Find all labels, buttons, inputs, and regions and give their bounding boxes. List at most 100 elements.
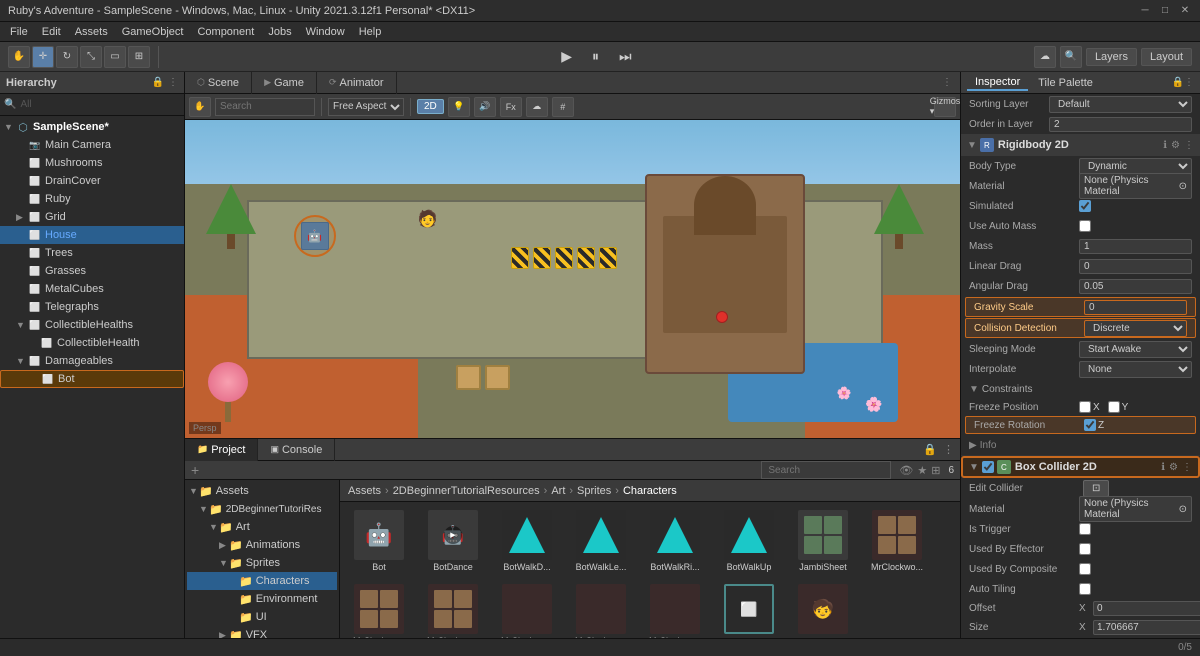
scene-aspect-dropdown[interactable]: Free Aspect <box>328 98 404 116</box>
sleeping-mode-dropdown[interactable]: Start Awake <box>1079 341 1192 358</box>
ptree-sprites[interactable]: ▼ 📁 Sprites <box>187 554 337 572</box>
eye-icon[interactable]: 👁 <box>899 464 913 477</box>
boxcollider-more-icon[interactable]: ⋮ <box>1182 462 1192 473</box>
is-trigger-checkbox[interactable] <box>1079 523 1091 535</box>
auto-tiling-checkbox[interactable] <box>1079 583 1091 595</box>
freeze-pos-y-checkbox[interactable] <box>1108 401 1120 413</box>
offset-x-input[interactable] <box>1093 601 1200 616</box>
rb-material-value[interactable]: None (Physics Material ⊙ <box>1079 173 1192 199</box>
hierarchy-content[interactable]: ▼ ⬡ SampleScene* 📷 Main Camera ⬜ Mushroo… <box>0 116 184 638</box>
boxcollider-info-icon[interactable]: ℹ <box>1161 462 1165 473</box>
asset-botwalkup[interactable]: BotWalkUp <box>714 506 784 576</box>
ptree-2d-resources[interactable]: ▼ 📁 2DBeginnerTutoriRes <box>187 500 337 518</box>
scene-light-tool[interactable]: 💡 <box>448 97 470 117</box>
rigidbody-settings-icon[interactable]: ⚙ <box>1171 140 1180 151</box>
maximize-button[interactable]: □ <box>1158 4 1172 18</box>
bottom-menu-icon[interactable]: ⋮ <box>943 443 954 456</box>
hierarchy-menu-icon[interactable]: ⋮ <box>168 77 178 88</box>
add-asset-button[interactable]: + <box>191 462 199 478</box>
cloud-button[interactable]: ☁ <box>1034 46 1056 68</box>
used-by-effector-checkbox[interactable] <box>1079 543 1091 555</box>
hierarchy-item-draincover[interactable]: ⬜ DrainCover <box>0 172 184 190</box>
close-button[interactable]: ✕ <box>1178 4 1192 18</box>
menu-file[interactable]: File <box>4 25 34 39</box>
menu-jobs[interactable]: Jobs <box>262 25 297 39</box>
freeze-rot-z-checkbox[interactable] <box>1084 419 1096 431</box>
scene-audio-tool[interactable]: 🔊 <box>474 97 496 117</box>
freeze-pos-x-checkbox[interactable] <box>1079 401 1091 413</box>
ptree-animations[interactable]: ▶ 📁 Animations <box>187 536 337 554</box>
boxcollider-settings-icon[interactable]: ⚙ <box>1169 462 1178 473</box>
ptree-characters[interactable]: 📁 Characters <box>187 572 337 590</box>
hierarchy-item-collectiblehealths[interactable]: ▼ ⬜ CollectibleHealths <box>0 316 184 334</box>
scene-search-input[interactable] <box>215 98 315 116</box>
hierarchy-item-bot[interactable]: ⬜ Bot <box>0 370 184 388</box>
order-in-layer-input[interactable] <box>1049 117 1192 132</box>
rotate-tool[interactable]: ↻ <box>56 46 78 68</box>
layout-dropdown[interactable]: Layout <box>1141 48 1192 66</box>
menu-gameobject[interactable]: GameObject <box>116 25 190 39</box>
asset-botwalkle[interactable]: BotWalkLe... <box>566 506 636 576</box>
ptree-ui[interactable]: 📁 UI <box>187 608 337 626</box>
angular-drag-input[interactable] <box>1079 279 1192 294</box>
scene-grid-tool[interactable]: # <box>552 97 574 117</box>
tab-console[interactable]: ▣ Console <box>258 439 335 461</box>
hierarchy-item-house[interactable]: ⬜ House <box>0 226 184 244</box>
size-x-input[interactable] <box>1093 620 1200 635</box>
hand-tool[interactable]: ✋ <box>8 46 30 68</box>
asset-mrclockwo-5[interactable]: MrClockwo... <box>566 580 636 638</box>
menu-help[interactable]: Help <box>353 25 388 39</box>
scene-view[interactable]: 🤖 🧑 🌸 🌸 <box>185 120 960 438</box>
scale-tool[interactable]: ⤡ <box>80 46 102 68</box>
hierarchy-item-trees[interactable]: ⬜ Trees <box>0 244 184 262</box>
asset-row3-1[interactable]: ⬜ <box>714 580 784 638</box>
insp-tab-inspector[interactable]: Inspector <box>967 75 1028 91</box>
asset-botwalkri[interactable]: BotWalkRi... <box>640 506 710 576</box>
scene-gizmos-tool[interactable]: Gizmos ▾ <box>934 97 956 117</box>
hierarchy-item-grasses[interactable]: ⬜ Grasses <box>0 262 184 280</box>
scene-sky-tool[interactable]: ☁ <box>526 97 548 117</box>
ptree-art[interactable]: ▼ 📁 Art <box>187 518 337 536</box>
hierarchy-item-telegraphs[interactable]: ⬜ Telegraphs <box>0 298 184 316</box>
collision-detection-dropdown[interactable]: Discrete <box>1084 320 1187 337</box>
project-file-tree[interactable]: ▼ 📁 Assets ▼ 📁 2DBeginnerTutoriRes <box>185 480 340 638</box>
hierarchy-item-maincamera[interactable]: 📷 Main Camera <box>0 136 184 154</box>
star-icon[interactable]: ★ <box>917 464 927 477</box>
bc-material-value[interactable]: None (Physics Material ⊙ <box>1079 496 1192 522</box>
hierarchy-scene-root[interactable]: ▼ ⬡ SampleScene* <box>0 118 184 136</box>
search-button[interactable]: 🔍 <box>1060 46 1082 68</box>
tab-game[interactable]: ▶ Game <box>252 72 317 94</box>
rigidbody-more-icon[interactable]: ⋮ <box>1184 140 1194 151</box>
tab-animator[interactable]: ⟳ Animator <box>317 72 397 94</box>
project-search-input[interactable] <box>761 461 891 479</box>
asset-bot[interactable]: 🤖 Bot <box>344 506 414 576</box>
rigidbody-section-header[interactable]: ▼ R Rigidbody 2D ℹ ⚙ ⋮ <box>961 134 1200 156</box>
scene-menu-icon[interactable]: ⋮ <box>934 77 960 88</box>
window-controls[interactable]: ─ □ ✕ <box>1138 4 1192 18</box>
menu-edit[interactable]: Edit <box>36 25 67 39</box>
hierarchy-lock-icon[interactable]: 🔒 <box>152 77 164 88</box>
asset-mrclockwo-3[interactable]: MrClockwo... <box>418 580 488 638</box>
use-auto-mass-checkbox[interactable] <box>1079 220 1091 232</box>
inspector-lock-icon[interactable]: 🔒 <box>1172 77 1184 88</box>
scene-hand-tool[interactable]: ✋ <box>189 97 211 117</box>
edit-collider-button[interactable]: ⊡ <box>1083 480 1109 497</box>
interpolate-dropdown[interactable]: None <box>1079 361 1192 378</box>
insp-tab-tilepalette[interactable]: Tile Palette <box>1030 76 1101 90</box>
asset-mrclockwo-1[interactable]: MrClockwo... <box>862 506 932 576</box>
step-button[interactable]: ⏭ <box>613 46 638 67</box>
hierarchy-item-metalcubes[interactable]: ⬜ MetalCubes <box>0 280 184 298</box>
grid-icon[interactable]: ⊞ <box>931 464 940 477</box>
asset-mrclockwo-6[interactable]: MrClockwo... <box>640 580 710 638</box>
tab-project[interactable]: 📁 Project <box>185 439 258 461</box>
body-type-dropdown[interactable]: Dynamic <box>1079 158 1192 175</box>
asset-mrclockwo-2[interactable]: MrClockwo... <box>344 580 414 638</box>
inspector-body[interactable]: Sorting Layer Default Order in Layer ▼ R… <box>961 94 1200 638</box>
play-button[interactable]: ▶ <box>555 46 578 67</box>
hierarchy-item-collectiblehealth[interactable]: ⬜ CollectibleHealth <box>0 334 184 352</box>
asset-ruby-char[interactable]: 🧒 <box>788 580 858 638</box>
linear-drag-input[interactable] <box>1079 259 1192 274</box>
gravity-scale-input[interactable] <box>1084 300 1187 315</box>
boxcollider-section-header[interactable]: ▼ C Box Collider 2D ℹ ⚙ ⋮ <box>961 456 1200 478</box>
hierarchy-item-mushrooms[interactable]: ⬜ Mushrooms <box>0 154 184 172</box>
